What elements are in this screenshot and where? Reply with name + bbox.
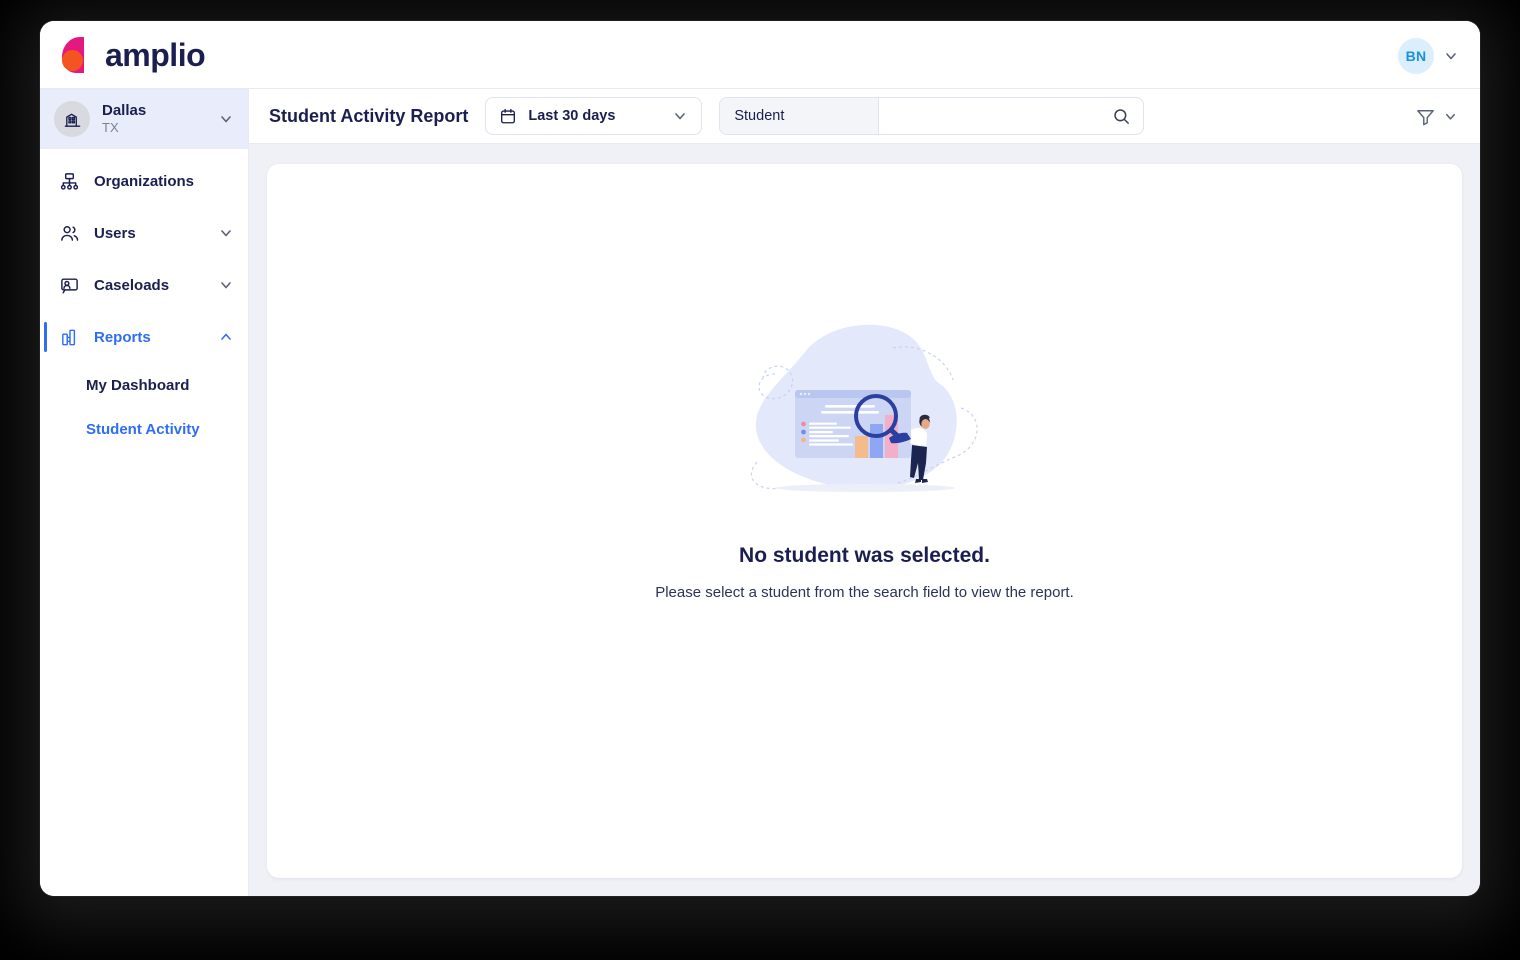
org-chart-icon: [58, 170, 80, 192]
page-title: Student Activity Report: [269, 105, 469, 126]
amplio-logo-icon: [58, 35, 104, 75]
sidebar-item-label: Organizations: [94, 172, 195, 190]
users-icon: [58, 222, 80, 244]
empty-state-title: No student was selected.: [739, 544, 990, 567]
search-icon[interactable]: [1112, 107, 1131, 126]
caseload-icon: [58, 274, 80, 296]
sidebar-subitem-student-activity[interactable]: Student Activity: [40, 407, 248, 451]
org-name: Dallas: [102, 102, 147, 119]
building-icon: [54, 101, 90, 137]
sidebar-nav: Organizations Users Caseloads Reports My…: [40, 149, 248, 451]
sidebar-item-label: Reports: [94, 328, 151, 346]
date-range-select[interactable]: Last 30 days: [485, 97, 703, 135]
app-header: amplio BN: [40, 21, 1480, 89]
calendar-icon: [499, 107, 517, 125]
sidebar-item-label: Caseloads: [94, 276, 170, 294]
sidebar: Dallas TX Organizations Users Caseloads …: [40, 89, 249, 896]
org-state: TX: [102, 120, 119, 135]
app-window: amplio BN Dallas TX Organizations Users …: [40, 21, 1480, 896]
sidebar-item-organizations[interactable]: Organizations: [40, 155, 248, 207]
chevron-up-icon[interactable]: [218, 329, 234, 345]
student-search: Student: [719, 97, 1145, 135]
org-selector[interactable]: Dallas TX: [40, 89, 248, 149]
search-input[interactable]: [891, 108, 1113, 124]
sidebar-subitem-my-dashboard[interactable]: My Dashboard: [40, 363, 248, 407]
screen: amplio BN Dallas TX Organizations Users …: [0, 0, 1520, 960]
report-card: No student was selected. Please select a…: [267, 164, 1462, 878]
report-card-area: No student was selected. Please select a…: [249, 144, 1480, 896]
search-field[interactable]: [879, 98, 1143, 134]
student-report-search-illustration: [735, 312, 995, 512]
chevron-down-icon[interactable]: [672, 108, 688, 124]
sidebar-item-label: Users: [94, 224, 136, 242]
filter-button[interactable]: [1411, 102, 1462, 131]
brand-logo[interactable]: amplio: [58, 34, 206, 76]
filter-funnel-icon: [1415, 106, 1436, 127]
chevron-down-icon[interactable]: [1443, 109, 1458, 124]
chevron-down-icon[interactable]: [218, 111, 234, 127]
brand-name: amplio: [105, 37, 206, 73]
bar-chart-icon: [58, 326, 80, 348]
report-toolbar: Student Activity Report Last 30 days Stu…: [249, 89, 1480, 144]
search-tag-label: Student: [720, 98, 880, 134]
empty-state-subtitle: Please select a student from the search …: [655, 584, 1074, 601]
sidebar-item-users[interactable]: Users: [40, 207, 248, 259]
user-menu[interactable]: BN: [1398, 38, 1458, 74]
chevron-down-icon[interactable]: [218, 225, 234, 241]
date-range-value: Last 30 days: [528, 108, 616, 124]
avatar[interactable]: BN: [1398, 38, 1434, 74]
chevron-down-icon[interactable]: [1444, 49, 1458, 63]
sidebar-item-caseloads[interactable]: Caseloads: [40, 259, 248, 311]
main-content: Student Activity Report Last 30 days Stu…: [249, 89, 1480, 896]
chevron-down-icon[interactable]: [218, 277, 234, 293]
sidebar-item-reports[interactable]: Reports: [40, 311, 248, 363]
